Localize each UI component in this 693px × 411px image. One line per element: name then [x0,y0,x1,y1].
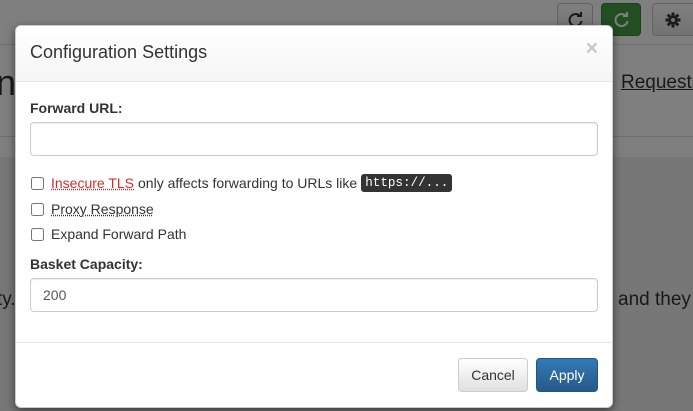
insecure-tls-checkbox[interactable] [31,176,44,190]
cancel-button[interactable]: Cancel [458,358,528,392]
proxy-response-checkbox[interactable] [31,202,44,216]
modal-footer-divider [16,342,612,343]
expand-forward-path-option[interactable]: Expand Forward Path [30,226,186,242]
expand-forward-path-label: Expand Forward Path [51,226,187,242]
proxy-response-label: Proxy Response [51,201,154,217]
url-example-code: https://... [361,174,453,192]
forward-url-input[interactable] [30,122,598,156]
apply-button[interactable]: Apply [536,358,598,392]
close-icon[interactable]: × [586,38,598,59]
proxy-response-option[interactable]: Proxy Response [30,201,154,217]
modal-header: Configuration Settings × [16,26,612,82]
expand-forward-path-checkbox[interactable] [31,227,44,241]
modal-title: Configuration Settings [30,42,208,62]
insecure-tls-description: only affects forwarding to URLs like [138,175,358,191]
insecure-tls-label: Insecure TLS [51,175,135,191]
insecure-tls-option[interactable]: Insecure TLS only affects forwarding to … [30,174,453,192]
basket-capacity-input[interactable] [30,278,598,312]
configuration-settings-dialog: Configuration Settings × Forward URL: In… [15,25,613,408]
basket-capacity-label: Basket Capacity: [30,256,143,272]
forward-url-label: Forward URL: [30,100,123,116]
